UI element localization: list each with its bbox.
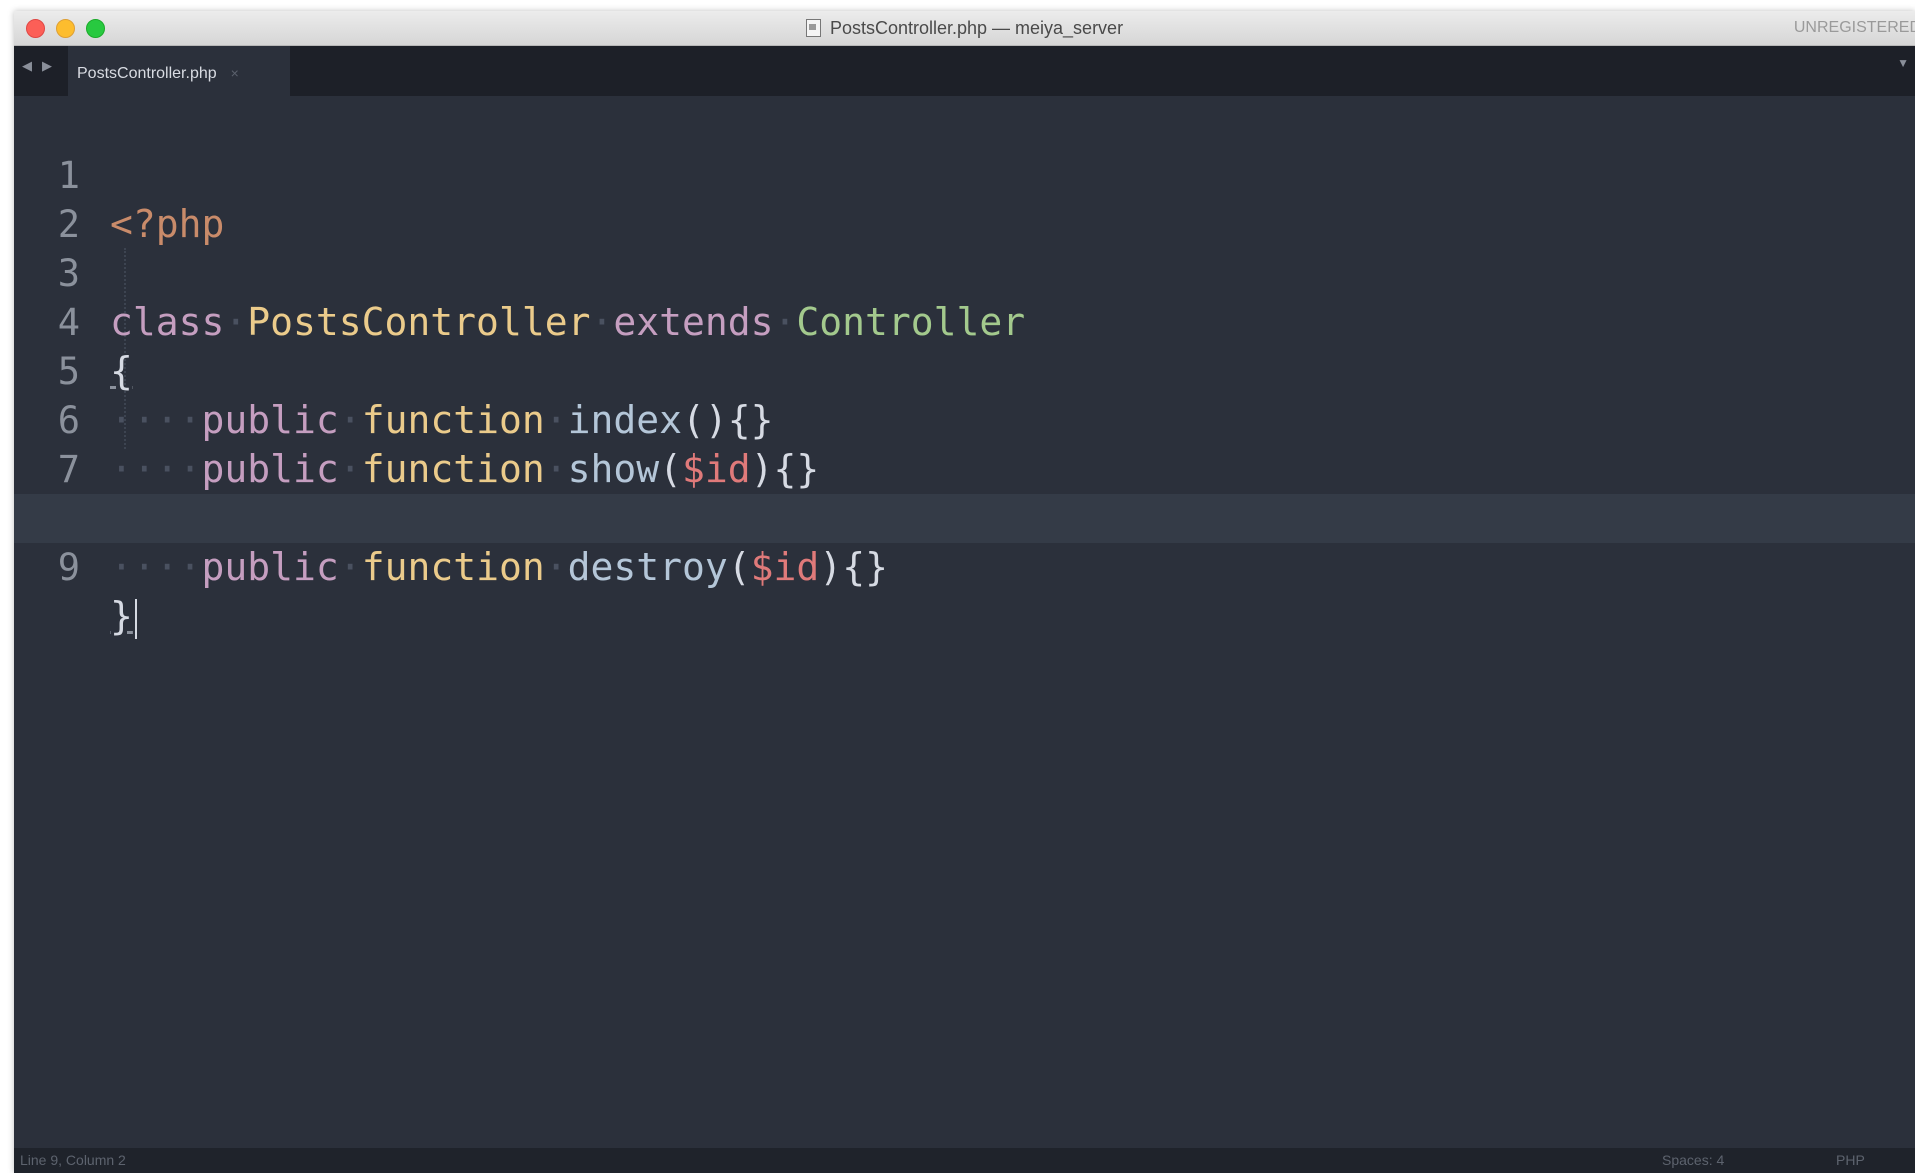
code-content: } [110, 592, 137, 641]
tab-label: PostsController.php [77, 65, 217, 82]
code-line-6[interactable]: 6 ····public·function·show($id){} [14, 347, 1915, 491]
code-content: ····public·function·destroy($id){} [110, 545, 888, 589]
code-line-9[interactable]: 9 } [14, 494, 1915, 639]
editor-window: PostsController.php — meiya_server UNREG… [14, 11, 1915, 1173]
text-cursor [134, 598, 137, 639]
method-name: destroy [567, 545, 728, 589]
paren-open: ( [727, 545, 751, 589]
tab-posts-controller[interactable]: PostsController.php × [68, 46, 290, 96]
unregistered-badge: UNREGISTERED [1793, 19, 1915, 36]
code-line-2[interactable]: 2 [14, 151, 1915, 246]
indentation-setting[interactable]: Spaces: 4 [1662, 1148, 1724, 1173]
window-title: PostsController.php — meiya_server [829, 17, 1124, 38]
code-line-1[interactable]: 1 <?php [14, 102, 1915, 246]
code-line-7[interactable]: 7 ····public·function·store(){} [14, 396, 1915, 540]
cursor-position: Line 9, Column 2 [20, 1152, 126, 1168]
method-body: {} [842, 545, 888, 589]
close-brace: } [110, 594, 133, 638]
status-bar: Line 9, Column 2 Spaces: 4 PHP [14, 1148, 1915, 1173]
variable-id: $id [750, 545, 820, 589]
forward-arrow-icon[interactable]: ▶ [42, 58, 52, 74]
code-editor[interactable]: 1 <?php 2 3 class·PostsController·extend… [14, 96, 1915, 1148]
code-line-3[interactable]: 3 class·PostsController·extends·Controll… [14, 200, 1915, 344]
paren-close: ) [819, 545, 843, 589]
tab-navigation: ◀ ▶ [22, 46, 52, 86]
tab-overflow-chevron-icon[interactable]: ▼ [1897, 56, 1909, 70]
back-arrow-icon[interactable]: ◀ [22, 58, 32, 74]
keyword-function: function [361, 545, 545, 589]
code-line-4[interactable]: 4 { [14, 249, 1915, 393]
line-number: 9 [57, 546, 80, 589]
tab-close-icon[interactable]: × [231, 65, 239, 81]
tab-bar: ◀ ▶ PostsController.php × ▼ [14, 46, 1915, 96]
code-line-8[interactable]: 8 ····public·function·destroy($id){} [14, 445, 1915, 589]
window-title-container: PostsController.php — meiya_server [14, 11, 1915, 45]
syntax-selector[interactable]: PHP [1836, 1148, 1865, 1173]
keyword-public: public [201, 545, 339, 589]
title-bar[interactable]: PostsController.php — meiya_server UNREG… [14, 11, 1915, 46]
code-line-5[interactable]: 5 ····public·function·index(){} [14, 298, 1915, 442]
document-icon [805, 19, 821, 37]
